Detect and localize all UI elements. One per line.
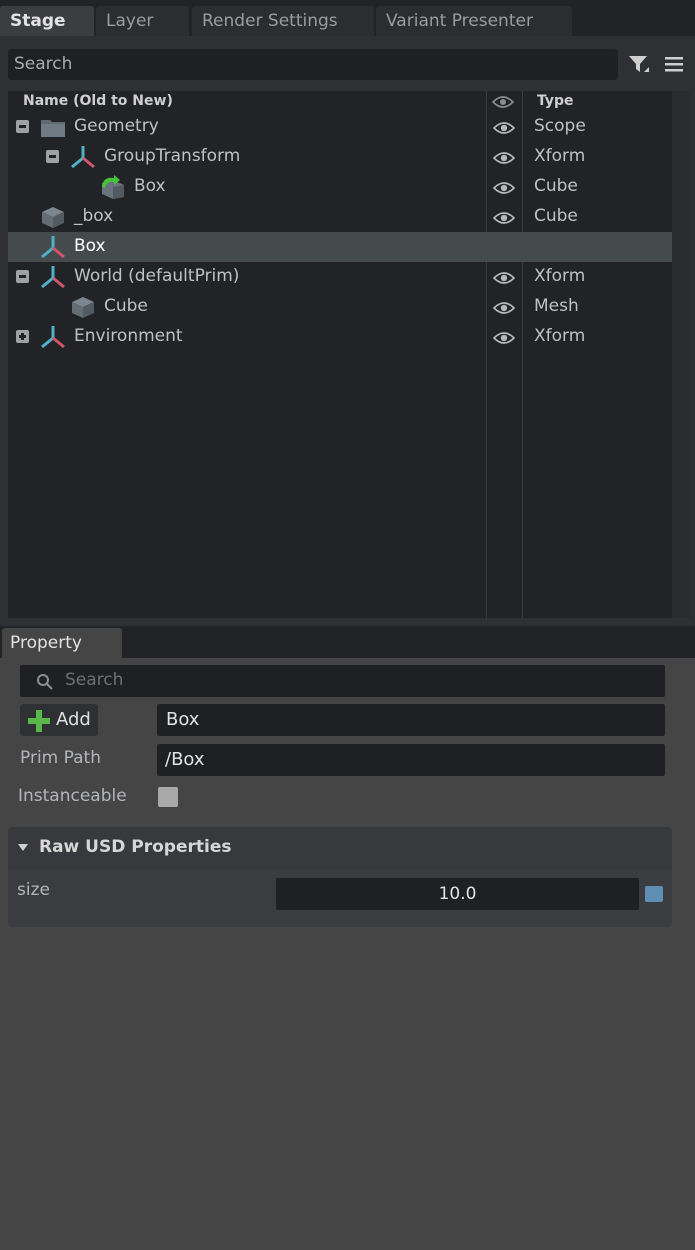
tab-layer[interactable]: Layer: [96, 6, 189, 36]
search-icon: [36, 673, 54, 695]
prim-label: Box: [74, 236, 106, 256]
visibility-eye-icon[interactable]: [492, 210, 516, 229]
visibility-header-eye-icon[interactable]: [491, 94, 515, 113]
tab-property[interactable]: Property: [2, 628, 122, 658]
visibility-eye-icon[interactable]: [492, 120, 516, 139]
plus-icon: [27, 709, 51, 737]
prim-label: Box: [134, 176, 166, 196]
default-value-indicator[interactable]: [645, 886, 663, 902]
xform-icon: [40, 265, 66, 289]
prim-name-field[interactable]: Box: [157, 704, 665, 736]
tab-render-settings[interactable]: Render Settings: [192, 6, 374, 36]
visibility-eye-icon[interactable]: [492, 300, 516, 319]
instance-cube-icon: [100, 175, 126, 199]
raw-usd-properties-title: Raw USD Properties: [39, 837, 232, 857]
prim-label: Cube: [104, 296, 148, 316]
tab-bar: Stage Layer Render Settings Variant Pres…: [0, 0, 695, 36]
folder-icon: [40, 115, 66, 139]
prim-type: Mesh: [534, 296, 579, 316]
column-header-name[interactable]: Name (Old to New): [23, 93, 173, 109]
tab-variant-presenter[interactable]: Variant Presenter: [376, 6, 572, 36]
mesh-icon: [70, 295, 96, 319]
add-button[interactable]: Add: [20, 704, 98, 736]
prim-type: Xform: [534, 326, 586, 346]
tree-row[interactable]: Environment Xform: [8, 322, 672, 352]
visibility-eye-icon[interactable]: [492, 180, 516, 199]
prim-type: Cube: [534, 206, 578, 226]
tree-row[interactable]: World (defaultPrim) Xform: [8, 262, 672, 292]
prim-path-field[interactable]: /Box: [157, 744, 665, 776]
visibility-eye-icon[interactable]: [492, 270, 516, 289]
prim-type: Cube: [534, 176, 578, 196]
prim-label: World (defaultPrim): [74, 266, 240, 286]
raw-usd-properties-header[interactable]: Raw USD Properties: [8, 827, 672, 869]
tree-header: Name (Old to New) Type: [8, 91, 672, 112]
prim-type: Xform: [534, 266, 586, 286]
tree-row[interactable]: Geometry Scope: [8, 112, 672, 142]
tab-stage[interactable]: Stage: [0, 6, 94, 36]
prim-label: _box: [74, 206, 114, 226]
filter-icon[interactable]: [628, 54, 650, 76]
property-search-input[interactable]: Search: [20, 665, 665, 697]
collapse-icon[interactable]: [46, 150, 59, 163]
tree-row[interactable]: Box Cube: [8, 172, 672, 202]
stage-tree[interactable]: Name (Old to New) Type Geometry Scope Gr…: [8, 91, 690, 618]
size-label: size: [17, 880, 50, 900]
tree-scrollbar[interactable]: [672, 91, 690, 618]
cube-icon: [40, 205, 66, 229]
tree-row-selected[interactable]: Box: [8, 232, 672, 262]
column-header-type[interactable]: Type: [537, 93, 574, 109]
prim-label: GroupTransform: [104, 146, 241, 166]
collapse-icon[interactable]: [16, 120, 29, 133]
instanceable-checkbox[interactable]: [158, 787, 178, 807]
visibility-eye-icon[interactable]: [492, 150, 516, 169]
stage-panel: Stage Layer Render Settings Variant Pres…: [0, 0, 695, 626]
prim-type: Scope: [534, 116, 586, 136]
tree-row[interactable]: Cube Mesh: [8, 292, 672, 322]
tree-row[interactable]: GroupTransform Xform: [8, 142, 672, 172]
visibility-eye-icon[interactable]: [492, 330, 516, 349]
add-button-label: Add: [56, 709, 91, 730]
prim-label: Environment: [74, 326, 183, 346]
xform-icon: [70, 145, 96, 169]
prim-path-label: Prim Path: [20, 748, 101, 768]
search-placeholder: Search: [65, 670, 124, 690]
stage-search-input[interactable]: Search: [8, 49, 618, 80]
xform-icon: [40, 325, 66, 349]
menu-icon[interactable]: [664, 54, 684, 74]
raw-usd-properties-frame: Raw USD Properties size 10.0: [8, 827, 672, 927]
prim-type: Xform: [534, 146, 586, 166]
xform-icon: [40, 235, 66, 259]
collapse-triangle-icon[interactable]: [18, 844, 28, 851]
size-field[interactable]: 10.0: [276, 878, 639, 910]
instanceable-label: Instanceable: [18, 786, 127, 806]
collapse-icon[interactable]: [16, 270, 29, 283]
tree-row[interactable]: _box Cube: [8, 202, 672, 232]
expand-icon[interactable]: [16, 330, 29, 343]
prim-label: Geometry: [74, 116, 159, 136]
